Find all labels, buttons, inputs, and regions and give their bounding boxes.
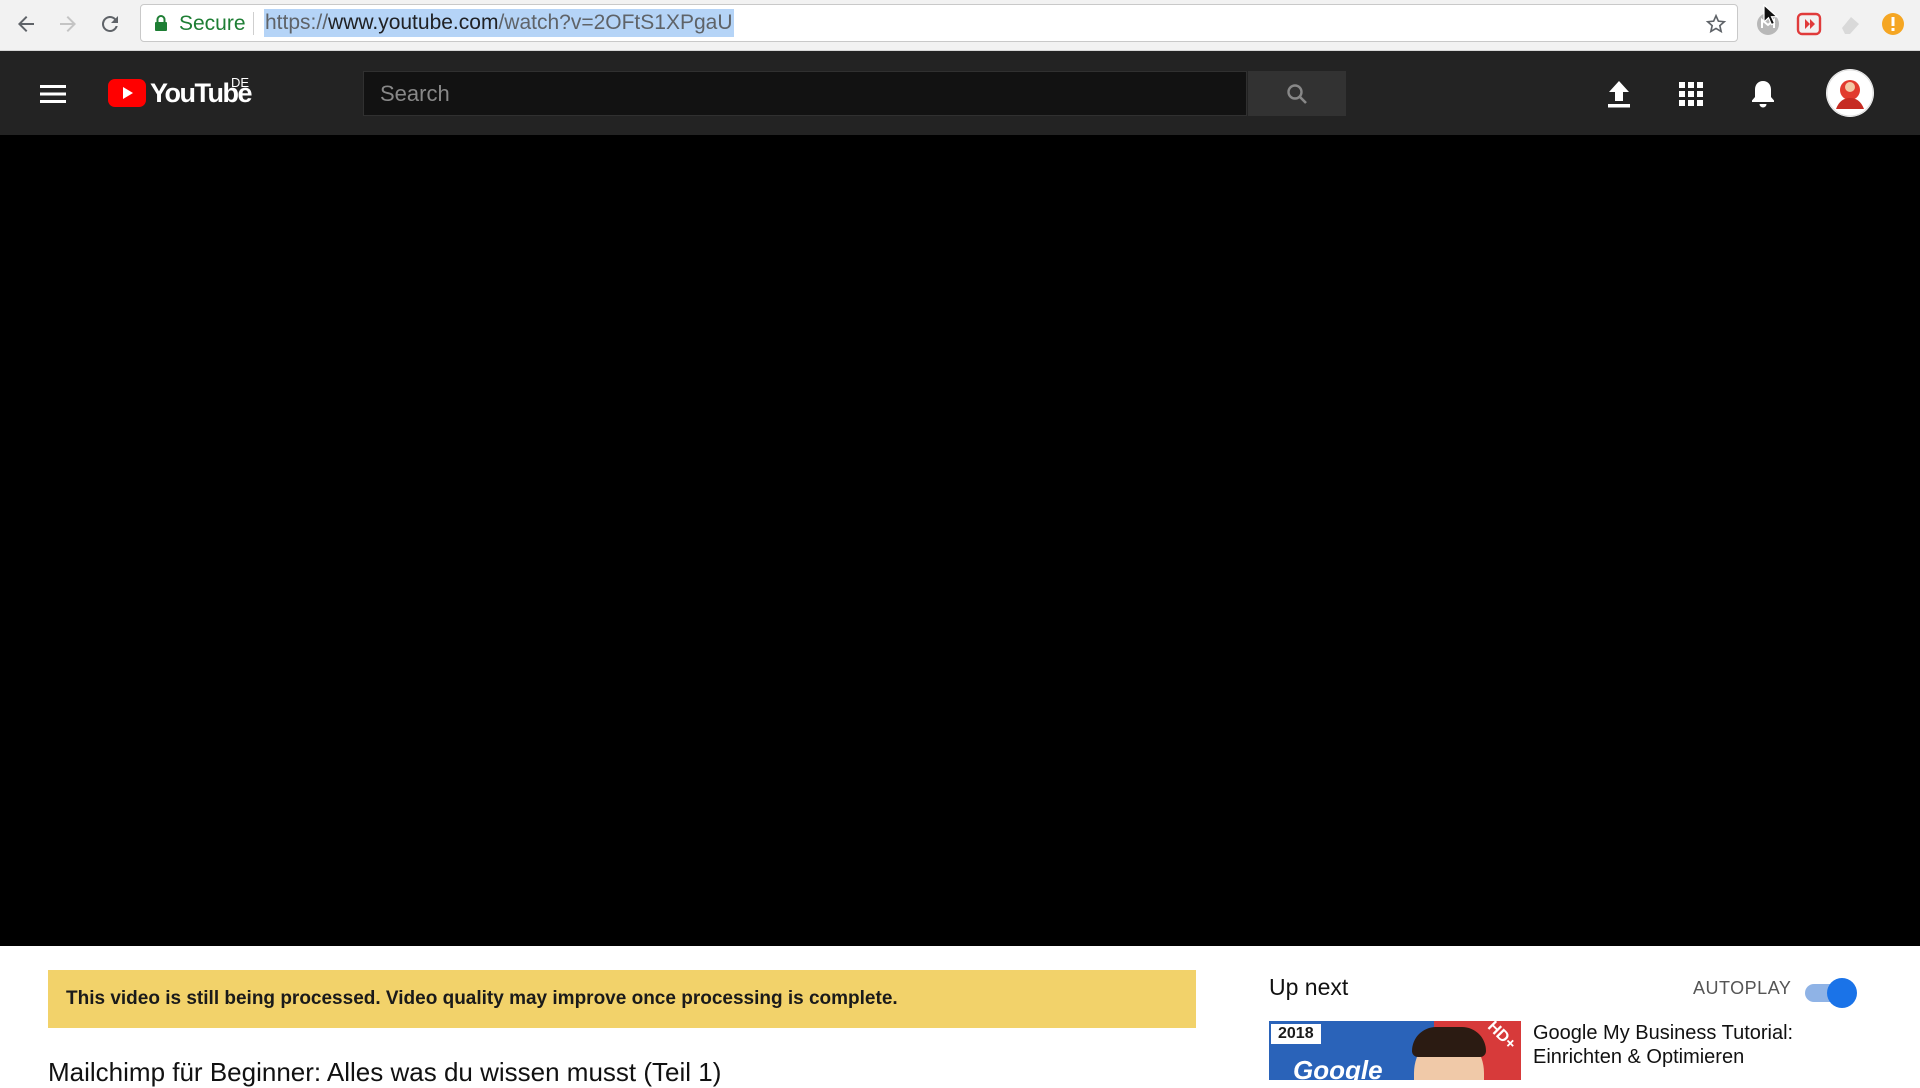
back-arrow-icon [18, 16, 34, 32]
forward-button[interactable] [54, 10, 82, 38]
search-button[interactable] [1248, 71, 1346, 116]
reload-button[interactable] [96, 10, 124, 38]
upload-icon [1608, 81, 1630, 108]
thumbnail-year-badge: 2018 [1271, 1024, 1321, 1044]
apps-button[interactable] [1675, 78, 1707, 110]
back-button[interactable] [12, 10, 40, 38]
lock-icon [155, 15, 167, 31]
address-divider [253, 12, 254, 35]
thumbnail-google-text: Google [1293, 1055, 1383, 1080]
up-next-label: Up next [1269, 974, 1349, 1000]
browser-toolbar: Secure https://www.youtube.com/watch?v=2… [0, 0, 1920, 51]
address-bar[interactable]: Secure https://www.youtube.com/watch?v=2… [140, 4, 1738, 42]
avatar[interactable] [1826, 69, 1874, 117]
forward-arrow-icon [60, 16, 76, 32]
search-input[interactable] [364, 72, 1246, 115]
autoplay-toggle[interactable] [1805, 976, 1857, 1008]
country-code: DE [231, 75, 250, 90]
secure-label: Secure [179, 12, 246, 35]
url-path: /watch?v=2OFtS1XPgaU [498, 11, 733, 34]
mouse-cursor-icon [1763, 4, 1779, 26]
bell-icon [1752, 81, 1774, 108]
search-icon [1287, 83, 1307, 104]
upload-button[interactable] [1603, 78, 1635, 110]
url-text[interactable]: https://www.youtube.com/watch?v=2OFtS1XP… [264, 9, 734, 37]
reload-icon [101, 15, 118, 32]
notifications-button[interactable] [1747, 78, 1779, 110]
next-video-thumbnail[interactable]: 2018 Google HD+ [1269, 1021, 1521, 1080]
avatar-image-icon [1826, 69, 1874, 117]
extension-eraser-icon[interactable] [1838, 11, 1864, 37]
menu-button[interactable] [38, 79, 68, 109]
url-host: www.youtube.com [328, 11, 499, 34]
url-scheme: https:// [265, 11, 329, 34]
youtube-header: YouTube DE [0, 51, 1920, 135]
extension-alert-icon[interactable] [1880, 11, 1906, 37]
youtube-play-logo-icon [108, 79, 146, 107]
autoplay-knob [1827, 978, 1857, 1008]
processing-notice: This video is still being processed. Vid… [48, 970, 1196, 1028]
menu-icon [40, 85, 66, 103]
next-video-title[interactable]: Google My Business Tutorial: Einrichten … [1533, 1021, 1873, 1069]
autoplay-label: AUTOPLAY [1693, 978, 1792, 998]
youtube-logo[interactable]: YouTube [108, 77, 252, 109]
extension-video-icon[interactable] [1796, 11, 1822, 37]
apps-grid-icon [1679, 82, 1703, 106]
search-box [363, 71, 1247, 116]
bookmark-star-icon[interactable] [1705, 13, 1727, 35]
video-title: Mailchimp für Beginner: Alles was du wis… [48, 1057, 722, 1087]
video-player[interactable] [0, 135, 1920, 946]
thumbnail-hair [1412, 1027, 1486, 1057]
